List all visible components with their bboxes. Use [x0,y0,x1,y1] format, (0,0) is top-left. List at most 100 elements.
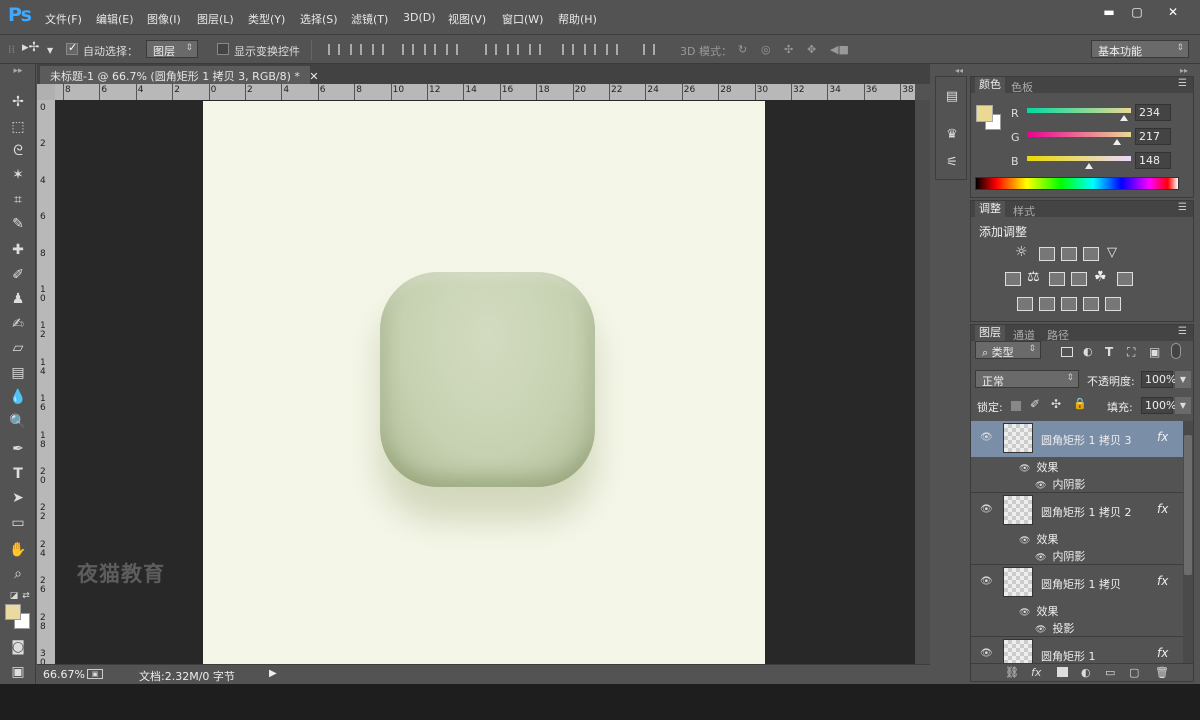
fx-icon[interactable]: fx [1157,574,1168,588]
distribute-left-icon[interactable] [562,44,574,55]
properties-panel-icon[interactable]: ⚟ [943,155,961,173]
menu-edit[interactable]: 编辑(E) [96,11,134,27]
visibility-eye-icon[interactable]: 👁 [980,576,993,587]
menu-image[interactable]: 图像(I) [147,11,181,27]
tab-swatches[interactable]: 色板 [1011,79,1033,95]
fill-dropdown-icon[interactable]: ▼ [1175,397,1191,414]
healing-brush-icon[interactable]: ✚ [8,240,28,260]
workspace-dropdown[interactable]: 基本功能 ⇕ [1091,40,1189,58]
brightness-icon[interactable]: ☼ [1015,244,1028,260]
distribute-hcenter-icon[interactable] [584,44,596,55]
add-mask-icon[interactable] [1057,667,1068,677]
status-menu-arrow-icon[interactable]: ▶ [269,668,277,679]
fx-icon[interactable]: fx [1157,646,1168,660]
invert-icon[interactable] [1017,297,1033,311]
trash-icon[interactable]: 🗑 [1155,666,1169,679]
status-preview-icon[interactable]: ▣ [87,669,103,679]
move-tool-icon[interactable]: ✢ [8,92,28,112]
auto-select-target-dropdown[interactable]: 图层 ⇕ [146,40,198,58]
path-select-icon[interactable]: ➤ [8,488,28,508]
layer-filter-dropdown[interactable]: ⌕ 类型 ⇕ [975,341,1041,359]
photo-filter-icon[interactable] [1071,272,1087,286]
eyedropper-icon[interactable]: ✎ [8,214,28,234]
pen-tool-icon[interactable]: ✒ [8,439,28,459]
collapse-icon[interactable]: ▸▸ [8,66,28,76]
auto-select-checkbox[interactable]: ✓ [66,41,78,55]
align-hcenter-icon[interactable] [424,44,436,55]
brush-panel-icon[interactable]: ♛ [943,127,961,145]
eye-icon[interactable]: 👁 [1019,464,1030,474]
hue-saturation-icon[interactable] [1005,272,1021,286]
filter-adjustment-icon[interactable]: ◐ [1083,345,1093,358]
slider-blue[interactable]: B 148 [1009,152,1189,171]
panel-menu-icon[interactable]: ☰ [1178,202,1187,213]
distribute-bottom-icon[interactable] [529,44,541,55]
show-transform-checkbox[interactable] [217,43,229,55]
align-bottom-icon[interactable] [372,44,384,55]
lock-position-icon[interactable]: ✣ [1051,397,1061,411]
layer-header[interactable]: 👁 圆角矩形 1 fx [971,637,1183,663]
opacity-dropdown-icon[interactable]: ▼ [1175,371,1191,388]
slider-green[interactable]: G 217 [1009,128,1189,147]
foreground-color-swatch[interactable] [976,105,993,122]
layer-name[interactable]: 圆角矩形 1 拷贝 3 [1041,432,1132,448]
blue-thumb[interactable] [1085,163,1093,169]
vibrance-icon[interactable]: ▽ [1107,245,1117,260]
maximize-button[interactable]: ▢ [1122,4,1152,21]
panel-menu-icon[interactable]: ☰ [1178,326,1187,337]
tab-styles[interactable]: 样式 [1013,203,1035,219]
filter-toggle[interactable] [1171,343,1181,359]
menu-view[interactable]: 视图(V) [448,11,486,27]
layer-row[interactable]: 👁 圆角矩形 1 拷贝 2 fx 👁 效果 👁 内阴影 [971,493,1183,565]
vertical-scrollbar[interactable] [915,100,930,664]
3d-drag-icon[interactable]: ✣ [784,43,793,56]
align-top-icon[interactable] [328,44,340,55]
tab-color[interactable]: 颜色 [975,77,1005,93]
fill-value[interactable]: 100% [1141,397,1176,414]
visibility-eye-icon[interactable]: 👁 [980,432,993,443]
filter-smart-object-icon[interactable]: ▣ [1149,345,1160,359]
levels-icon[interactable] [1039,247,1055,261]
zoom-level[interactable]: 66.67% [43,668,85,681]
lock-pixels-icon[interactable]: ✐ [1030,397,1040,411]
layer-header[interactable]: 👁 圆角矩形 1 拷贝 2 fx [971,493,1183,529]
tab-paths[interactable]: 路径 [1047,327,1069,343]
layer-row[interactable]: 👁 圆角矩形 1 fx [971,637,1183,663]
3d-scale-icon[interactable]: ◀■ [830,43,849,56]
new-adjustment-icon[interactable]: ◐ [1081,666,1091,679]
layer-name[interactable]: 圆角矩形 1 [1041,648,1096,663]
rounded-rectangle-shape[interactable] [380,272,595,487]
rectangle-tool-icon[interactable]: ▭ [8,513,28,533]
minimize-button[interactable]: ▬ [1094,4,1124,21]
exposure-icon[interactable] [1083,247,1099,261]
gradient-tool-icon[interactable]: ▤ [8,363,28,383]
blue-track[interactable] [1027,156,1131,161]
move-tool-icon[interactable]: ▸✢ [22,40,39,55]
green-track[interactable] [1027,132,1131,137]
history-brush-icon[interactable]: ✍ [8,314,28,334]
menu-select[interactable]: 选择(S) [300,11,338,27]
layer-name[interactable]: 圆角矩形 1 拷贝 [1041,576,1121,592]
lock-transparent-icon[interactable] [1011,401,1021,411]
menu-type[interactable]: 类型(Y) [248,11,285,27]
align-right-icon[interactable] [446,44,458,55]
new-group-icon[interactable]: ▭ [1105,666,1115,679]
brush-tool-icon[interactable]: ✐ [8,265,28,285]
fx-icon[interactable]: fx [1157,502,1168,516]
close-tab-icon[interactable]: ✕ [309,70,318,83]
red-thumb[interactable] [1120,115,1128,121]
foreground-color-swatch[interactable] [5,604,21,620]
link-layers-icon[interactable]: ⛓ [1005,666,1019,679]
eye-icon[interactable]: 👁 [1019,608,1030,618]
dodge-tool-icon[interactable]: 🔍 [8,412,28,432]
lock-all-icon[interactable]: 🔒 [1073,397,1087,410]
menu-filter[interactable]: 滤镜(T) [351,11,388,27]
effects-row[interactable]: 👁 效果 [1019,531,1058,547]
layer-header-selected[interactable]: 👁 圆角矩形 1 拷贝 3 fx [971,421,1183,457]
visibility-eye-icon[interactable]: 👁 [980,504,993,515]
layer-row[interactable]: 👁 圆角矩形 1 拷贝 3 fx 👁 效果 👁 内阴影 [971,421,1183,493]
blue-value[interactable]: 148 [1135,152,1171,169]
green-thumb[interactable] [1113,139,1121,145]
layer-row[interactable]: 👁 圆角矩形 1 拷贝 fx 👁 效果 👁 投影 [971,565,1183,637]
history-panel-icon[interactable]: ▤ [943,89,961,107]
